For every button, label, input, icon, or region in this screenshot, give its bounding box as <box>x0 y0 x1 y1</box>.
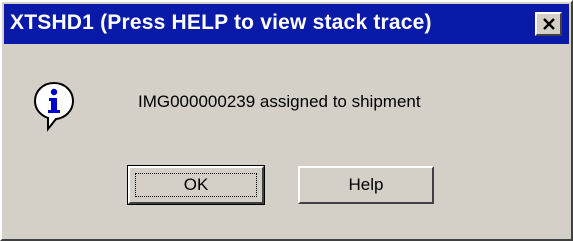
dialog-title: XTSHD1 (Press HELP to view stack trace) <box>10 11 432 34</box>
ok-button[interactable]: OK <box>127 165 265 205</box>
dialog-window: XTSHD1 (Press HELP to view stack trace) … <box>0 0 573 241</box>
information-icon <box>32 80 76 132</box>
dialog-message: IMG000000239 assigned to shipment <box>138 92 421 111</box>
help-button-label: Help <box>348 175 384 194</box>
close-button[interactable] <box>535 12 562 36</box>
close-icon <box>542 18 555 30</box>
title-bar[interactable]: XTSHD1 (Press HELP to view stack trace) <box>4 4 569 44</box>
help-button[interactable]: Help <box>298 166 434 204</box>
ok-button-label: OK <box>183 175 209 194</box>
